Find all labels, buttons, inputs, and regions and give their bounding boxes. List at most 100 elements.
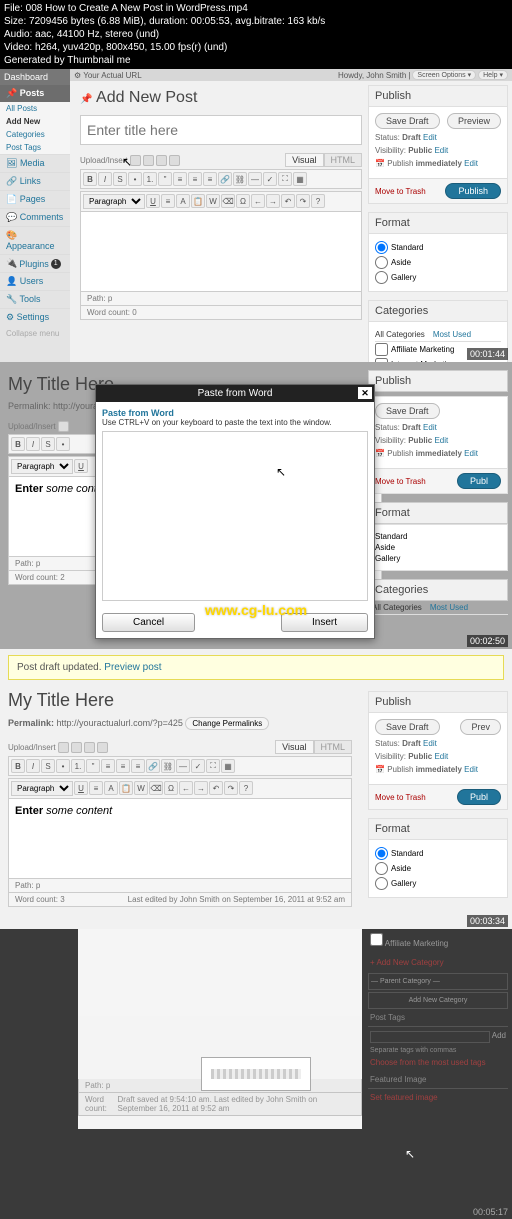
bold-button[interactable]: B [83,172,97,186]
undo-button[interactable]: ↶ [209,781,223,795]
format-aside[interactable] [375,862,388,875]
sidebar-plugins[interactable]: 🔌 Plugins1 [0,254,70,272]
sidebar-appearance[interactable]: 🎨 Appearance [0,226,70,254]
underline-button[interactable]: U [74,459,88,473]
outdent-button[interactable]: ← [251,194,265,208]
edit-visibility[interactable]: Edit [434,146,448,155]
outdent-button[interactable]: ← [179,781,193,795]
collapse-menu[interactable]: Collapse menu [0,326,70,341]
cat-check[interactable] [370,933,383,946]
italic-button[interactable]: I [98,172,112,186]
underline-button[interactable]: U [74,781,88,795]
paste-text-button[interactable]: 📋 [119,781,133,795]
paste-text-button[interactable]: 📋 [191,194,205,208]
sidebar-dashboard[interactable]: Dashboard [0,69,70,85]
sidebar-categories[interactable]: Categories [0,128,70,141]
italic-button[interactable]: I [26,437,40,451]
link-button[interactable]: 🔗 [218,172,232,186]
save-draft-button[interactable]: Save Draft [375,719,440,735]
format-gallery[interactable] [375,877,388,890]
spell-button[interactable]: ✓ [263,172,277,186]
redo-button[interactable]: ↷ [296,194,310,208]
unlink-button[interactable]: ⛓ [233,172,247,186]
justify-button[interactable]: ≡ [161,194,175,208]
post-title-input[interactable] [80,115,362,145]
clear-format-button[interactable]: ⌫ [221,194,235,208]
preview-post-link[interactable]: Preview post [104,662,161,673]
sidebar-pages[interactable]: 📄 Pages [0,190,70,208]
move-to-trash[interactable]: Move to Trash [375,477,426,486]
publish-button[interactable]: Publ [457,789,501,805]
quote-button[interactable]: " [86,759,100,773]
edit-status[interactable]: Edit [423,133,437,142]
paragraph-select[interactable]: Paragraph [83,194,145,209]
unlink-button[interactable]: ⛓ [161,759,175,773]
add-video-icon[interactable] [71,742,82,753]
align-center-button[interactable]: ≡ [188,172,202,186]
sidebar-links[interactable]: 🔗 Links [0,172,70,190]
help-button[interactable]: ? [311,194,325,208]
fullscreen-button[interactable]: ⛶ [278,172,292,186]
tag-input[interactable] [370,1031,490,1043]
all-categories-tab[interactable]: All Categories [375,330,425,339]
paste-textarea[interactable] [102,431,368,601]
edit-link[interactable]: Edit [423,423,437,432]
sidebar-settings[interactable]: ⚙ Settings [0,308,70,326]
strike-button[interactable]: S [41,437,55,451]
add-audio-icon[interactable] [84,742,95,753]
help-tab[interactable]: Help ▾ [478,70,508,80]
color-button[interactable]: A [104,781,118,795]
indent-button[interactable]: → [266,194,280,208]
format-gallery[interactable] [375,271,388,284]
paragraph-select[interactable]: Paragraph [11,459,73,474]
save-draft-button[interactable]: Save Draft [375,403,440,419]
most-used-tab[interactable]: Most Used [433,330,471,339]
paste-word-button[interactable]: W [134,781,148,795]
align-right-button[interactable]: ≡ [131,759,145,773]
sidebar-users[interactable]: 👤 Users [0,272,70,290]
char-button[interactable]: Ω [236,194,250,208]
ol-button[interactable]: 1. [143,172,157,186]
site-url[interactable]: ⚙ Your Actual URL [74,71,142,80]
align-left-button[interactable]: ≡ [173,172,187,186]
bold-button[interactable]: B [11,437,25,451]
edit-link[interactable]: Edit [423,739,437,748]
clear-format-button[interactable]: ⌫ [149,781,163,795]
preview-button[interactable]: Preview [447,113,501,129]
edit-schedule[interactable]: Edit [464,159,478,168]
link-button[interactable]: 🔗 [146,759,160,773]
visual-tab[interactable]: Visual [275,740,313,754]
choose-tags-link[interactable]: Choose from the most used tags [370,1058,486,1067]
edit-link[interactable]: Edit [464,449,478,458]
spell-button[interactable]: ✓ [191,759,205,773]
fullscreen-button[interactable]: ⛶ [206,759,220,773]
html-tab[interactable]: HTML [314,740,353,754]
preview-button[interactable]: Prev [460,719,501,735]
save-draft-button[interactable]: Save Draft [375,113,440,129]
edit-link[interactable]: Edit [464,765,478,774]
sidebar-post-tags[interactable]: Post Tags [0,141,70,154]
more-button[interactable]: — [176,759,190,773]
sidebar-add-new[interactable]: Add New [0,115,70,128]
set-featured-image[interactable]: Set featured image [370,1093,438,1102]
sidebar-comments[interactable]: 💬 Comments [0,208,70,226]
indent-button[interactable]: → [194,781,208,795]
add-new-category[interactable]: + Add New Category [370,958,444,967]
ul-button[interactable]: • [56,437,70,451]
format-aside[interactable] [375,256,388,269]
sidebar-posts[interactable]: 📌 Posts [0,85,70,102]
help-button[interactable]: ? [239,781,253,795]
edit-link[interactable]: Edit [434,752,448,761]
visual-tab[interactable]: Visual [285,153,323,167]
ol-button[interactable]: 1. [71,759,85,773]
char-button[interactable]: Ω [164,781,178,795]
move-to-trash[interactable]: Move to Trash [375,187,426,196]
strike-button[interactable]: S [113,172,127,186]
format-standard[interactable] [375,241,388,254]
justify-button[interactable]: ≡ [89,781,103,795]
align-left-button[interactable]: ≡ [101,759,115,773]
format-standard[interactable] [375,847,388,860]
add-media-icon[interactable] [169,155,180,166]
redo-button[interactable]: ↷ [224,781,238,795]
editor-content[interactable] [80,212,362,292]
